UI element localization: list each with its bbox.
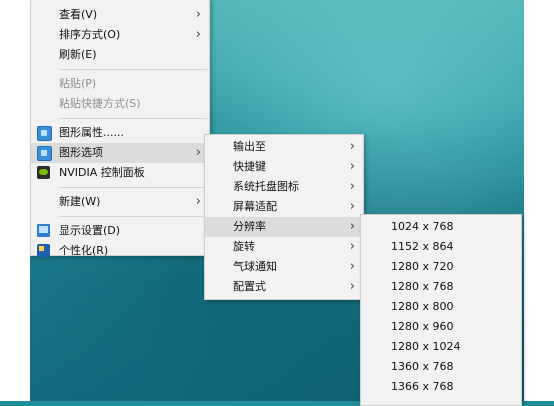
- submenu-arrow-icon: ›: [195, 27, 201, 42]
- resolution-option[interactable]: 1366 x 768: [361, 377, 521, 397]
- submenu-arrow-icon: ›: [195, 194, 201, 209]
- menu-separator: [59, 216, 207, 217]
- resolution-option[interactable]: 1360 x 768: [361, 357, 521, 377]
- menu-item-label: 新建(W): [59, 195, 101, 208]
- submenu-arrow-icon: ›: [349, 199, 355, 214]
- menu-item-paste[interactable]: 粘贴(P): [31, 74, 209, 94]
- desktop-context-menu: 查看(V) › 排序方式(O) › 刷新(E) 粘贴(P) 粘贴快捷方式(S) …: [30, 0, 210, 257]
- resolution-option[interactable]: 1280 x 1024: [361, 337, 521, 357]
- submenu-arrow-icon: ›: [349, 279, 355, 294]
- right-margin: [524, 0, 554, 401]
- graphics-icon: [37, 146, 52, 161]
- menu-item-label: 系统托盘图标: [233, 180, 299, 193]
- menu-item-label: 分辨率: [233, 220, 266, 233]
- menu-item-label: 图形选项: [59, 146, 103, 159]
- resolution-label: 1280 x 768: [391, 280, 454, 293]
- menu-item-paste-shortcut[interactable]: 粘贴快捷方式(S): [31, 94, 209, 114]
- resolution-label: 1366 x 768: [391, 380, 454, 393]
- resolution-option[interactable]: 1024 x 768: [361, 217, 521, 237]
- submenu-item-rotation[interactable]: 旋转 ›: [205, 237, 363, 257]
- menu-item-label: 输出至: [233, 140, 266, 153]
- submenu-item-output-to[interactable]: 输出至 ›: [205, 137, 363, 157]
- nvidia-icon: [37, 166, 50, 179]
- menu-item-graphics-options[interactable]: 图形选项 ›: [31, 143, 209, 163]
- menu-item-label: 快捷键: [233, 160, 266, 173]
- resolution-label: 1280 x 960: [391, 320, 454, 333]
- submenu-arrow-icon: ›: [349, 219, 355, 234]
- menu-item-label: 气球通知: [233, 260, 277, 273]
- display-settings-icon: [37, 224, 50, 237]
- left-margin: [0, 0, 30, 401]
- resolution-label: 1024 x 768: [391, 220, 454, 233]
- menu-item-label: 排序方式(O): [59, 28, 121, 41]
- menu-item-personalize[interactable]: 个性化(R): [31, 241, 209, 261]
- submenu-item-profiles[interactable]: 配置式 ›: [205, 277, 363, 297]
- menu-separator: [59, 187, 207, 188]
- resolution-option[interactable]: 1280 x 960: [361, 317, 521, 337]
- resolution-option[interactable]: 1280 x 720: [361, 257, 521, 277]
- menu-item-label: 显示设置(D): [59, 224, 121, 237]
- graphics-options-submenu: 输出至 › 快捷键 › 系统托盘图标 › 屏幕适配 › 分辨率 › 旋转 › 气…: [204, 134, 364, 300]
- submenu-arrow-icon: ›: [349, 159, 355, 174]
- resolution-label: 1280 x 800: [391, 300, 454, 313]
- resolution-label: 1280 x 1024: [391, 340, 461, 353]
- menu-item-label: 查看(V): [59, 8, 98, 21]
- menu-item-refresh[interactable]: 刷新(E): [31, 45, 209, 65]
- menu-item-new[interactable]: 新建(W) ›: [31, 192, 209, 212]
- submenu-item-balloon-notify[interactable]: 气球通知 ›: [205, 257, 363, 277]
- submenu-arrow-icon: ›: [195, 7, 201, 22]
- resolution-label: 1280 x 720: [391, 260, 454, 273]
- menu-item-display-settings[interactable]: 显示设置(D): [31, 221, 209, 241]
- submenu-arrow-icon: ›: [349, 139, 355, 154]
- menu-item-label: 旋转: [233, 240, 255, 253]
- menu-item-label: 粘贴快捷方式(S): [59, 97, 141, 110]
- resolution-label: 1152 x 864: [391, 240, 454, 253]
- personalize-icon: [37, 244, 50, 257]
- menu-item-label: 屏幕适配: [233, 200, 277, 213]
- submenu-arrow-icon: ›: [349, 259, 355, 274]
- menu-item-graphics-properties[interactable]: 图形属性......: [31, 123, 209, 143]
- submenu-arrow-icon: ›: [195, 145, 201, 160]
- menu-item-label: 粘贴(P): [59, 77, 97, 90]
- menu-item-nvidia-control-panel[interactable]: NVIDIA 控制面板: [31, 163, 209, 183]
- resolution-label: 1360 x 768: [391, 360, 454, 373]
- menu-item-label: 图形属性......: [59, 126, 124, 139]
- submenu-arrow-icon: ›: [349, 179, 355, 194]
- menu-item-label: NVIDIA 控制面板: [59, 166, 145, 179]
- submenu-arrow-icon: ›: [349, 239, 355, 254]
- resolution-option[interactable]: 1152 x 864: [361, 237, 521, 257]
- resolution-option[interactable]: 1280 x 768: [361, 277, 521, 297]
- menu-item-label: 个性化(R): [59, 244, 109, 257]
- submenu-item-screen-fit[interactable]: 屏幕适配 ›: [205, 197, 363, 217]
- resolution-option[interactable]: 1280 x 800: [361, 297, 521, 317]
- menu-item-label: 刷新(E): [59, 48, 97, 61]
- menu-separator: [59, 118, 207, 119]
- resolution-submenu: 1024 x 768 1152 x 864 1280 x 720 1280 x …: [360, 214, 522, 406]
- menu-item-view[interactable]: 查看(V) ›: [31, 5, 209, 25]
- menu-item-label: 配置式: [233, 280, 266, 293]
- menu-item-sort-by[interactable]: 排序方式(O) ›: [31, 25, 209, 45]
- submenu-item-hotkeys[interactable]: 快捷键 ›: [205, 157, 363, 177]
- graphics-icon: [37, 126, 52, 141]
- submenu-item-resolution[interactable]: 分辨率 ›: [205, 217, 363, 237]
- menu-separator: [59, 69, 207, 70]
- submenu-item-tray-icon[interactable]: 系统托盘图标 ›: [205, 177, 363, 197]
